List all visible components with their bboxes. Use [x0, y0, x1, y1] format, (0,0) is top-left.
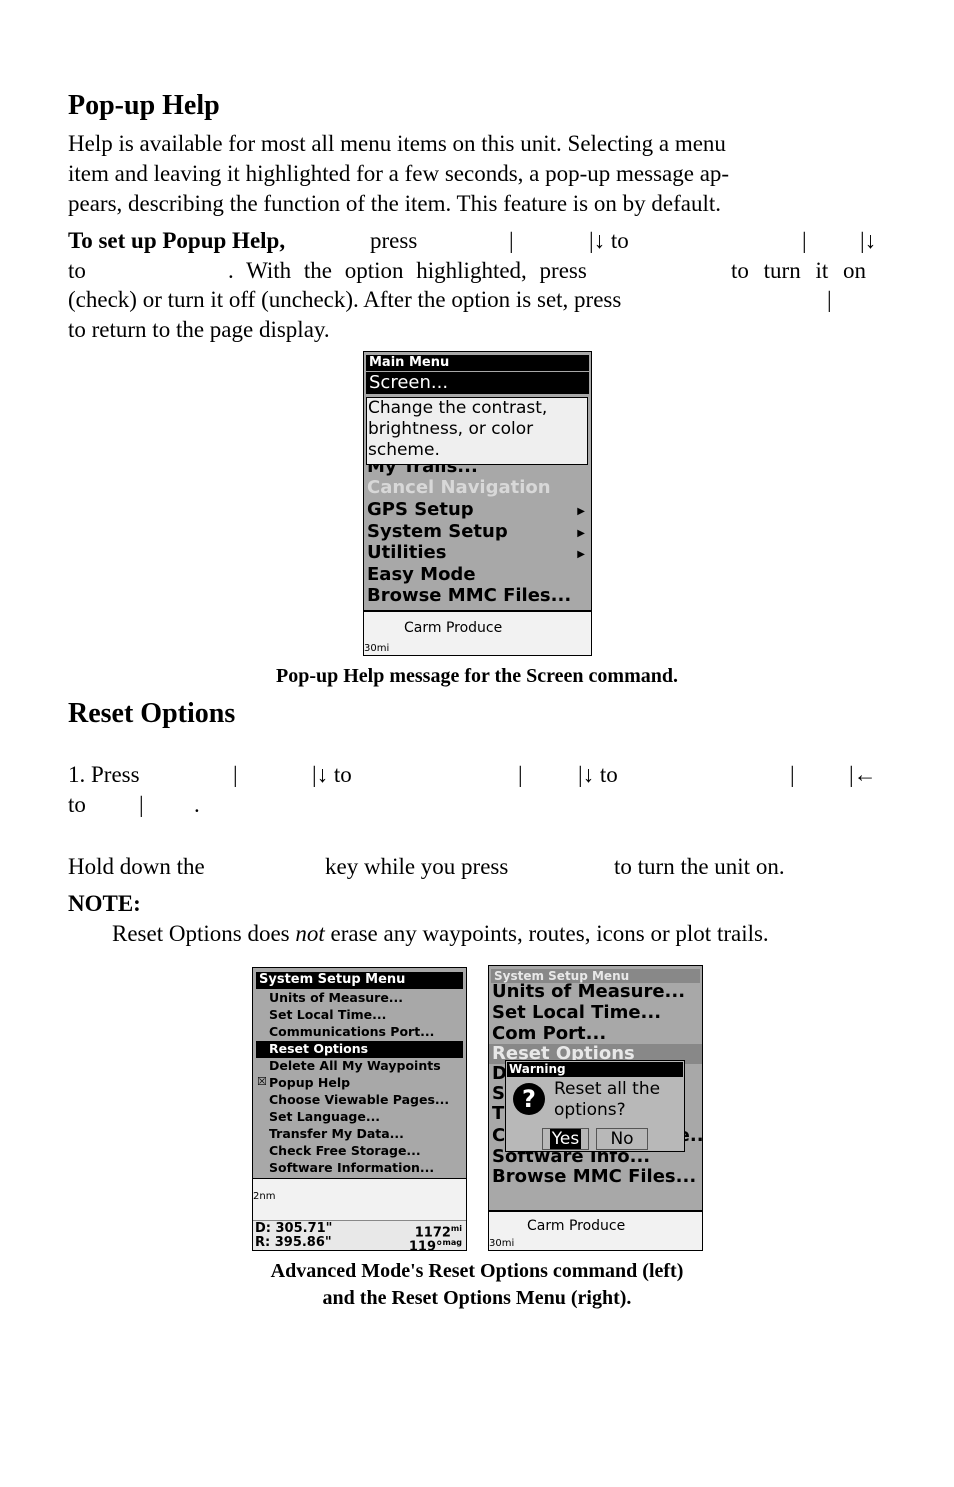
- text: |: [802, 228, 807, 253]
- text: |: [790, 762, 795, 787]
- popup-line: brightness, or color: [368, 419, 534, 439]
- text: to turn it on: [731, 258, 866, 283]
- popup-help-message: Change the contrast, brightness, or colo…: [366, 397, 588, 465]
- text: 1. Press: [68, 762, 140, 787]
- popup-line: scheme.: [368, 440, 440, 460]
- text: to: [68, 258, 86, 283]
- dialog-title: Warning: [507, 1062, 683, 1077]
- text: Hold down the: [68, 854, 205, 879]
- checkbox-checked-icon: ☒: [257, 1075, 267, 1088]
- dialog-text: Reset all the: [554, 1079, 661, 1099]
- text: |: [509, 228, 514, 253]
- paragraph-line: Help is available for most all menu item…: [68, 131, 726, 156]
- no-button[interactable]: No: [596, 1128, 648, 1150]
- text: key while you press: [325, 854, 509, 879]
- menu-item: Set Local Time...: [269, 1007, 387, 1022]
- menu-item: GPS Setup: [367, 499, 474, 520]
- map-scale: 30mi: [364, 643, 390, 654]
- bearing-value: 119°: [408, 1239, 443, 1251]
- text: |: [827, 287, 832, 312]
- text: Reset Options does: [112, 921, 296, 946]
- menu-item: Units of Measure...: [492, 981, 686, 1002]
- figure-caption: and the Reset Options Menu (right).: [322, 1287, 632, 1309]
- submenu-arrow-icon: ▶: [577, 506, 585, 517]
- menu-item: Browse MMC Files...: [367, 585, 572, 606]
- paragraph-line: item and leaving it highlighted for a fe…: [68, 161, 730, 186]
- popup-help-checkbox-item: Popup Help: [269, 1075, 351, 1090]
- menu-item: Check Free Storage...: [269, 1143, 421, 1158]
- text: |←: [849, 762, 877, 787]
- text: press: [370, 228, 418, 253]
- figure-caption: Advanced Mode's Reset Options command (l…: [270, 1260, 684, 1282]
- unit: mag: [442, 1238, 462, 1247]
- text: |↓: [860, 228, 877, 253]
- text: |: [233, 762, 238, 787]
- section-title-reset-options: Reset Options: [68, 698, 236, 729]
- text: |↓ to: [578, 762, 618, 787]
- unit: mi: [450, 1224, 462, 1233]
- distance-label: D: 305.71": [255, 1221, 333, 1236]
- figure-caption: Pop-up Help message for the Screen comma…: [275, 665, 678, 687]
- map-label: Carm Produce: [404, 620, 503, 636]
- menu-item: Com Port...: [492, 1023, 607, 1044]
- text: |↓ to: [589, 228, 629, 253]
- map-area: Carm Produce 30mi: [364, 610, 591, 655]
- text: (check) or turn it off (uncheck). After …: [68, 287, 622, 312]
- text: |: [139, 792, 144, 817]
- menu-item: Communications Port...: [269, 1024, 435, 1039]
- text: erase any waypoints, routes, icons or pl…: [324, 921, 769, 946]
- system-setup-menu-screenshot: System Setup Menu Units of Measure... Set…: [252, 967, 467, 1251]
- nav-readout: D: 305.71" R: 395.86" 1172mi 119°mag: [253, 1220, 466, 1250]
- menu-item: Set Language...: [269, 1109, 381, 1124]
- note-text: Reset Options does not erase any waypoin…: [112, 919, 769, 949]
- main-menu-screenshot: Main Menu Screen... My Trails... Cancel …: [363, 351, 592, 656]
- submenu-arrow-icon: ▶: [577, 549, 585, 560]
- dialog-text: options?: [554, 1100, 626, 1120]
- reset-options-dialog-screenshot: System Setup Menu Units of Measure... Set…: [488, 965, 703, 1251]
- menu-item: System Setup: [367, 521, 508, 542]
- map-scale: 2nm: [253, 1191, 276, 1202]
- map-area: 2nm D: 305.71" R: 395.86" 1172mi 119°mag: [253, 1178, 466, 1250]
- text: .: [194, 792, 200, 817]
- text: to return to the page display.: [68, 317, 330, 342]
- paragraph-line: pears, describing the function of the it…: [68, 191, 721, 216]
- menu-item: Utilities: [367, 542, 447, 563]
- menu-item: Browse MMC Files...: [492, 1166, 697, 1187]
- section-title-popup-help: Pop-up Help: [68, 90, 220, 121]
- menu-item: Units of Measure...: [269, 990, 404, 1005]
- popup-line: Change the contrast,: [368, 398, 548, 418]
- map-scale: 30mi: [489, 1238, 515, 1249]
- note-label: NOTE:: [68, 891, 141, 916]
- yes-label: Yes: [549, 1129, 582, 1149]
- menu-item: Reset Options: [256, 1041, 463, 1058]
- warning-dialog: Warning ? Reset all the options? Yes No: [505, 1060, 685, 1152]
- menu-item: Set Local Time...: [492, 1002, 662, 1023]
- text: to: [68, 792, 86, 817]
- question-icon: ?: [513, 1083, 545, 1115]
- menu-item: Software Information...: [269, 1160, 435, 1175]
- menu-item: Easy Mode: [367, 564, 476, 585]
- text: to turn the unit on.: [614, 854, 785, 879]
- yes-button[interactable]: Yes: [542, 1128, 589, 1150]
- text: . With the option highlighted, press: [228, 258, 587, 283]
- map-label: Carm Produce: [527, 1218, 626, 1234]
- menu-item: Delete All My Waypoints: [269, 1058, 441, 1073]
- submenu-arrow-icon: ▶: [577, 528, 585, 539]
- menu-header: System Setup Menu: [256, 972, 463, 989]
- emphasis: not: [295, 921, 325, 946]
- instruction-lead: To set up Popup Help,: [68, 228, 286, 253]
- text: |↓ to: [312, 762, 352, 787]
- menu-item: Choose Viewable Pages...: [269, 1092, 450, 1107]
- range-label: R: 395.86": [255, 1235, 332, 1250]
- menu-item-disabled: Cancel Navigation: [367, 477, 551, 498]
- text: |: [518, 762, 523, 787]
- menu-item-selected: Screen...: [366, 372, 589, 394]
- menu-header: Main Menu: [366, 355, 589, 371]
- menu-item: Transfer My Data...: [269, 1126, 404, 1141]
- map-area: Carm Produce 30mi: [489, 1210, 702, 1250]
